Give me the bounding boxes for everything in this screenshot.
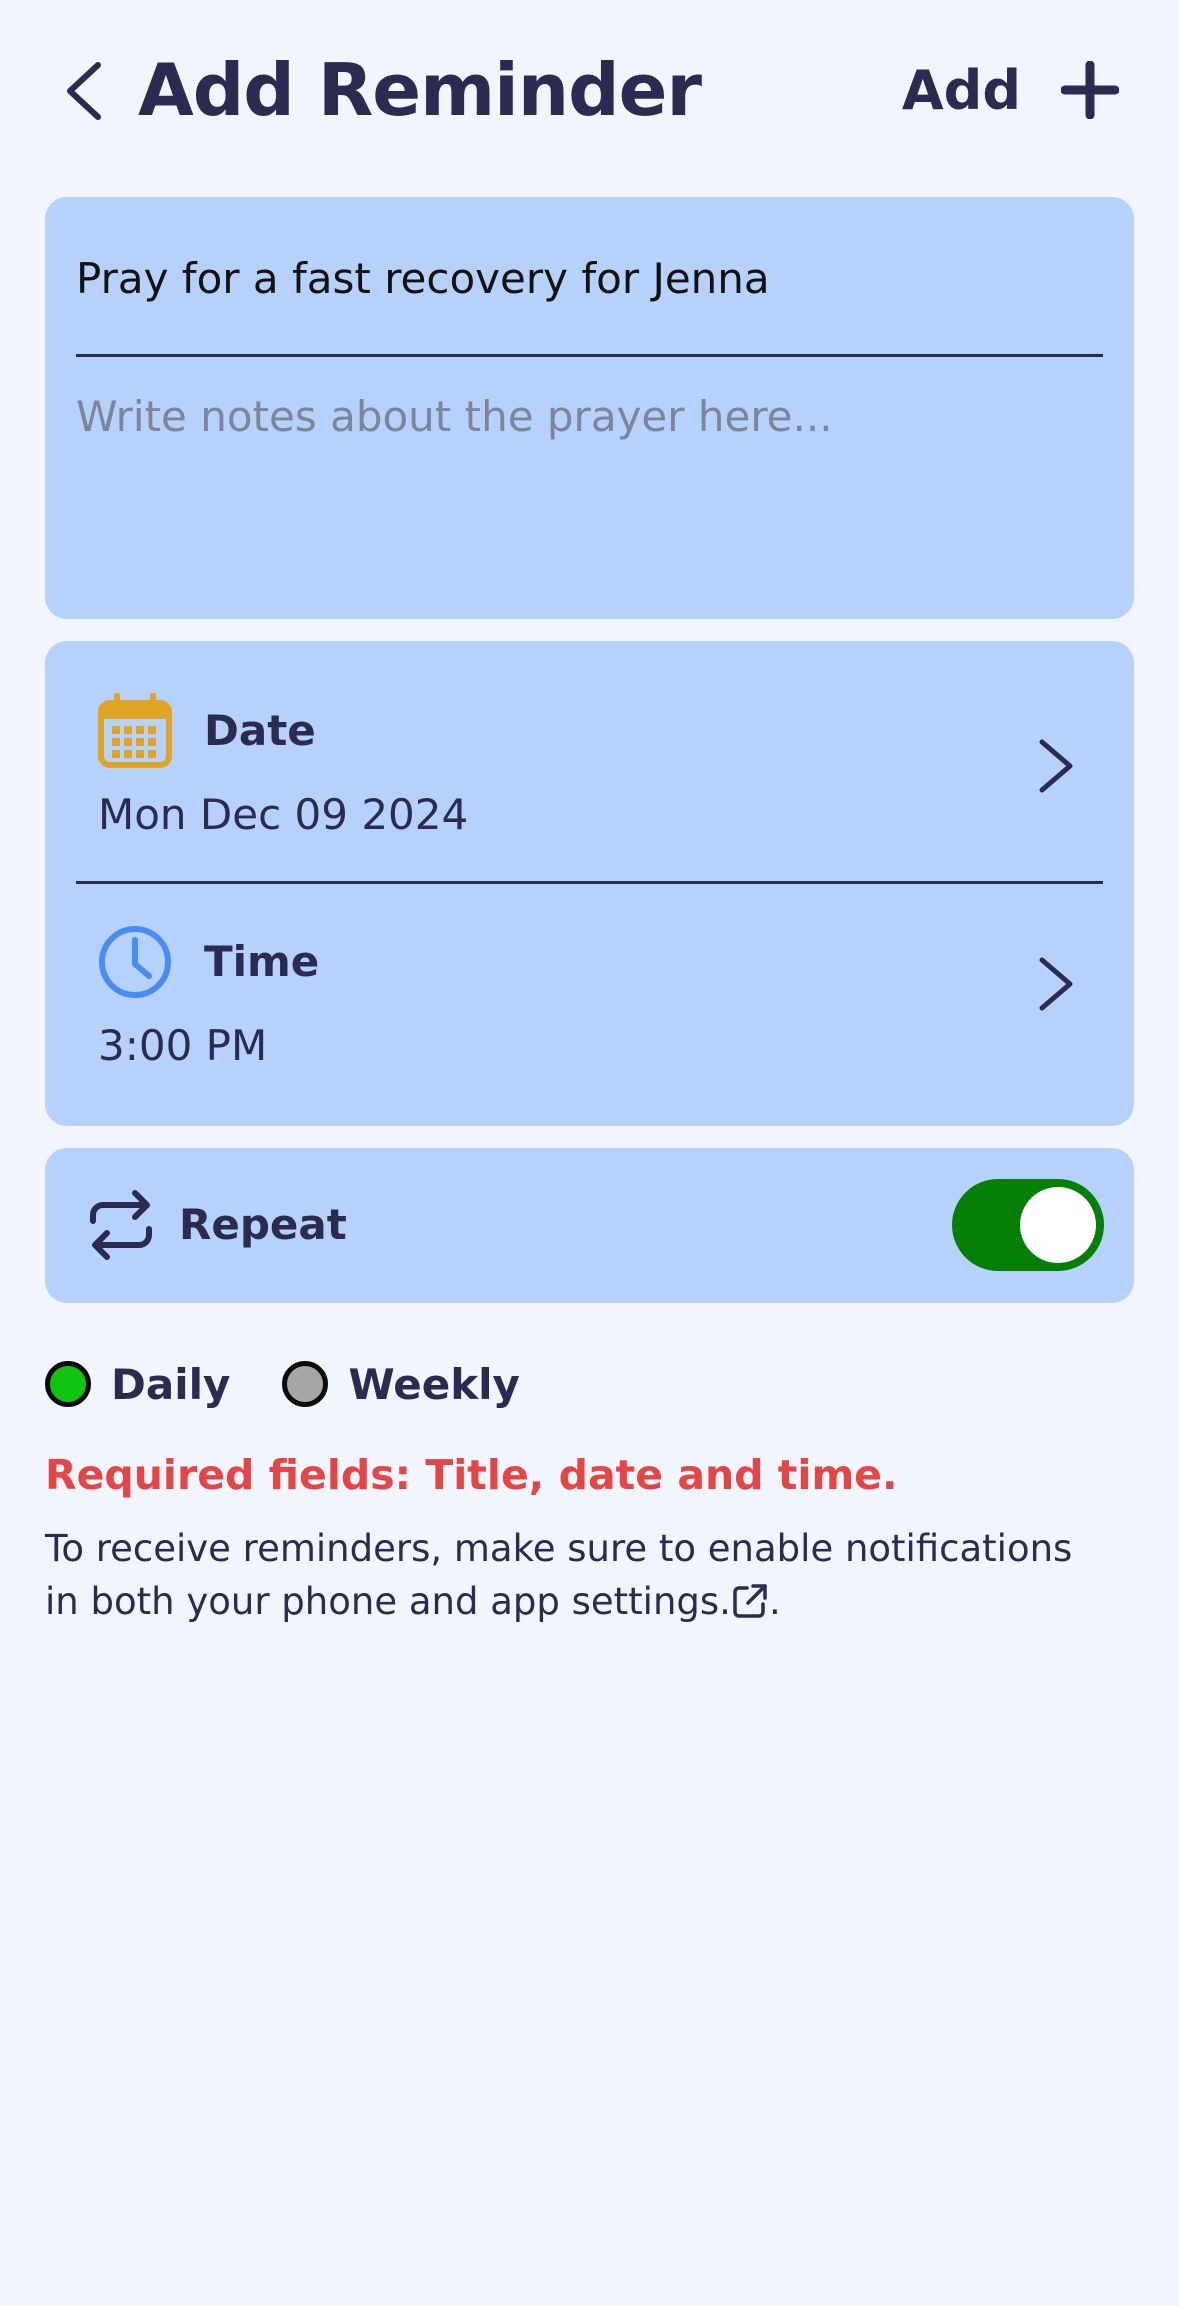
radio-weekly-dot bbox=[282, 1361, 329, 1407]
radio-weekly-label: Weekly bbox=[348, 1359, 520, 1409]
date-row[interactable]: Date Mon Dec 09 2024 bbox=[45, 641, 1134, 881]
plus-icon bbox=[1061, 61, 1119, 119]
add-button-label: Add bbox=[901, 58, 1021, 122]
radio-weekly[interactable]: Weekly bbox=[282, 1360, 520, 1409]
date-time-card: Date Mon Dec 09 2024 Time 3:00 PM bbox=[45, 641, 1134, 1126]
date-time-divider bbox=[76, 881, 1103, 884]
prayer-notes-input[interactable]: Write notes about the prayer here... bbox=[76, 387, 1102, 587]
external-link-icon[interactable] bbox=[731, 1582, 769, 1620]
date-value: Mon Dec 09 2024 bbox=[98, 790, 469, 839]
required-fields-message: Required fields: Title, date and time. bbox=[45, 1451, 898, 1499]
repeat-icon bbox=[90, 1190, 152, 1260]
notifications-info-end: . bbox=[768, 1580, 781, 1623]
chevron-right-icon bbox=[1039, 739, 1073, 793]
back-button[interactable] bbox=[52, 56, 112, 126]
repeat-frequency-group: Daily Weekly bbox=[45, 1356, 572, 1412]
repeat-label: Repeat bbox=[179, 1200, 347, 1249]
radio-daily-dot bbox=[45, 1361, 91, 1407]
clock-icon bbox=[99, 926, 171, 998]
time-value: 3:00 PM bbox=[98, 1021, 268, 1070]
chevron-right-icon bbox=[1039, 957, 1073, 1011]
time-row[interactable]: Time 3:00 PM bbox=[45, 886, 1134, 1126]
calendar-icon bbox=[98, 693, 172, 768]
notifications-info-text: To receive reminders, make sure to enabl… bbox=[45, 1527, 1073, 1623]
notifications-info: To receive reminders, make sure to enabl… bbox=[45, 1522, 1095, 1628]
title-divider bbox=[76, 354, 1103, 357]
repeat-toggle[interactable] bbox=[952, 1179, 1104, 1271]
page-title: Add Reminder bbox=[138, 48, 702, 132]
add-button[interactable]: Add bbox=[902, 52, 1119, 128]
radio-daily-label: Daily bbox=[111, 1359, 231, 1409]
toggle-knob bbox=[1020, 1187, 1096, 1263]
date-label: Date bbox=[204, 706, 316, 755]
chevron-left-icon bbox=[67, 62, 101, 120]
time-label: Time bbox=[204, 937, 320, 986]
prayer-title-input[interactable]: Pray for a fast recovery for Jenna bbox=[76, 249, 1102, 309]
prayer-card: Pray for a fast recovery for Jenna Write… bbox=[45, 197, 1134, 619]
header: Add Reminder Add bbox=[0, 0, 1179, 180]
repeat-card: Repeat bbox=[45, 1148, 1134, 1303]
radio-daily[interactable]: Daily bbox=[45, 1360, 230, 1409]
